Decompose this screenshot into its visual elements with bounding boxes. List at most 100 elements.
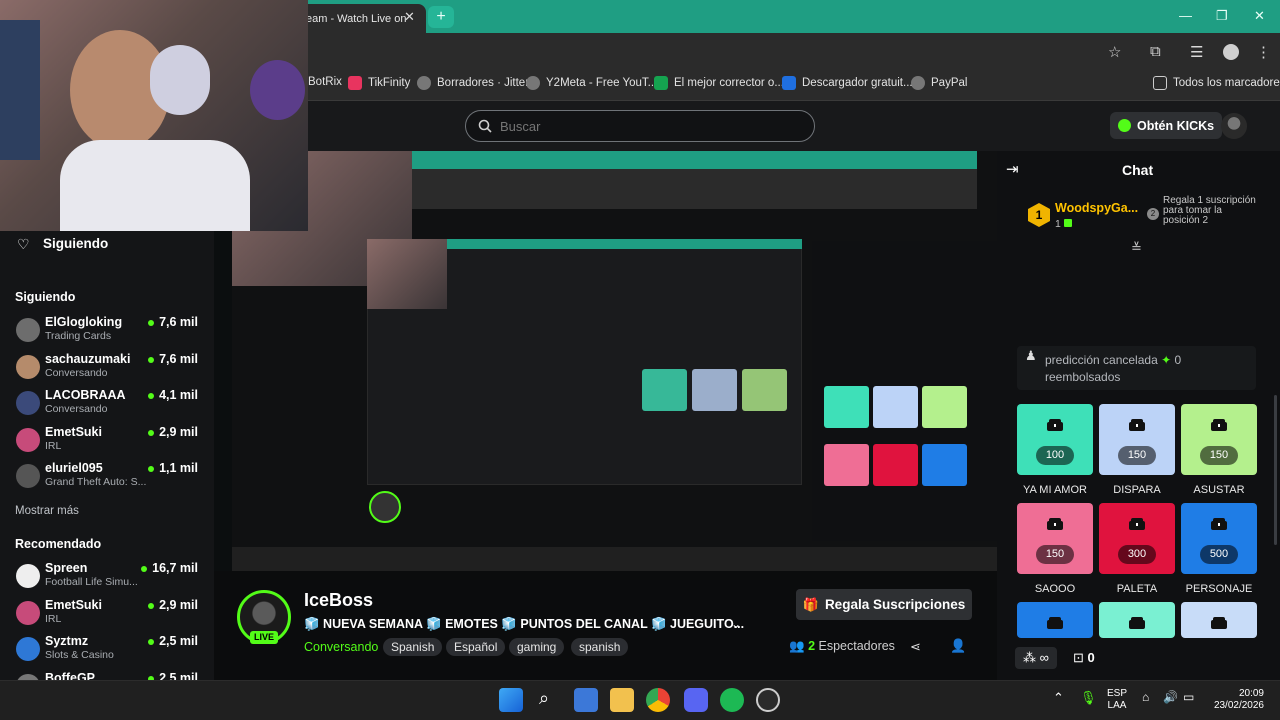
reward-tile[interactable] <box>1099 602 1175 638</box>
avatar <box>16 355 40 379</box>
tag[interactable]: spanish <box>571 638 629 656</box>
chevron-up-icon[interactable]: ⌃ <box>1053 690 1064 706</box>
extensions-icon[interactable]: ⧉ <box>1150 43 1161 60</box>
all-bookmarks[interactable]: Todos los marcadores <box>1153 76 1280 90</box>
search-icon[interactable]: ⌕ <box>539 688 549 709</box>
minimize-icon[interactable]: — <box>1179 8 1192 23</box>
app-icon[interactable] <box>756 688 780 712</box>
avatar <box>16 601 40 625</box>
share-icon[interactable]: ⋖ <box>910 639 921 655</box>
kicks-coin-icon <box>1118 119 1131 132</box>
system-clock[interactable]: 20:09 23/02/2026 <box>1212 688 1264 712</box>
live-badge: LIVE <box>250 631 278 644</box>
following-section-title: Siguiendo <box>15 290 76 304</box>
sidebar-channel[interactable]: eluriel095 Grand Theft Auto: S... 1,1 mil <box>14 460 204 496</box>
leaderboard-rank: 1 <box>1055 218 1072 230</box>
tikfinity-icon <box>348 76 362 90</box>
avatar <box>16 391 40 415</box>
reward-saooo[interactable]: 150 <box>1017 503 1093 574</box>
sidebar-channel[interactable]: Syztmz Slots & Casino 2,5 mil <box>14 633 204 669</box>
bookmark-botrix[interactable]: BotRix <box>308 76 342 88</box>
reward-asustar[interactable]: 150 <box>1181 404 1257 475</box>
reward-label: DISPARA <box>1113 484 1161 496</box>
avatar <box>16 318 40 342</box>
chest-icon <box>1047 419 1063 431</box>
tag[interactable]: Español <box>446 638 506 656</box>
battery-icon[interactable]: ▭ <box>1183 690 1194 704</box>
avatar <box>16 637 40 661</box>
get-kicks-button[interactable]: Obtén KICKs <box>1110 112 1223 139</box>
users-icon: 👥 <box>789 639 805 653</box>
reward-label: YA MI AMOR <box>1023 484 1087 496</box>
expand-leaderboard-icon[interactable]: ≚ <box>1131 240 1142 256</box>
store-icon[interactable] <box>574 688 598 712</box>
heart-icon: ♡ <box>17 236 30 252</box>
new-tab-button[interactable]: + <box>428 6 454 28</box>
channel-points-button[interactable]: ⁂ ∞ <box>1015 647 1057 669</box>
following-title[interactable]: Siguiendo <box>43 236 108 251</box>
stream-title: 🧊 NUEVA SEMANA 🧊 EMOTES 🧊 PUNTOS DEL CAN… <box>304 617 745 631</box>
volume-icon[interactable]: 🔊 <box>1163 690 1178 704</box>
media-icon[interactable]: ☰ <box>1190 43 1203 61</box>
menu-icon[interactable]: ⋮ <box>1256 43 1271 61</box>
leaderboard-name[interactable]: WoodspyGa... <box>1055 201 1138 215</box>
stream-category[interactable]: Conversando <box>304 640 378 654</box>
bookmark-paypal[interactable]: PayPal <box>911 76 967 90</box>
chevron-down-icon[interactable]: ⌄ <box>731 617 741 631</box>
bookmark-tikfinity[interactable]: TikFinity <box>348 76 410 90</box>
chests-counter[interactable]: ⊡ 0 <box>1073 650 1095 666</box>
maximize-icon[interactable]: ❐ <box>1216 8 1228 24</box>
microphone-icon[interactable]: 🎙 <box>1080 690 1097 706</box>
sidebar-channel[interactable]: BoffeGP 2,5 mil <box>14 670 204 680</box>
viewer-count: 👥 2 Espectadores <box>789 639 895 653</box>
gift-subs-button[interactable]: 🎁 Regala Suscripciones <box>796 589 972 620</box>
reward-dispara[interactable]: 150 <box>1099 404 1175 475</box>
prediction-text: predicción cancelada ✦ 0 reembolsados <box>1045 353 1182 384</box>
tag[interactable]: gaming <box>509 638 565 656</box>
globe-icon <box>526 76 540 90</box>
bookmark-star-icon[interactable]: ☆ <box>1108 43 1121 61</box>
reward-tile[interactable] <box>1017 602 1093 638</box>
close-tab-icon[interactable]: ✕ <box>404 9 415 25</box>
chest-icon <box>1129 419 1145 431</box>
show-more-link[interactable]: Mostrar más <box>15 505 79 517</box>
spotify-icon[interactable] <box>720 688 744 712</box>
sidebar-channel[interactable]: EmetSuki IRL 2,9 mil <box>14 597 204 633</box>
sidebar-channel[interactable]: ElGlogloking Trading Cards 7,6 mil <box>14 314 204 350</box>
bookmark-corrector[interactable]: El mejor corrector o... <box>654 76 784 90</box>
reward-ya-mi-amor[interactable]: 100 <box>1017 404 1093 475</box>
chat-title: Chat <box>1122 162 1154 178</box>
collapse-chat-icon[interactable]: ⇥ <box>1006 160 1019 178</box>
chest-icon <box>1211 419 1227 431</box>
sidebar-channel[interactable]: EmetSuki IRL 2,9 mil <box>14 424 204 460</box>
streamer-name[interactable]: IceBoss <box>304 590 373 611</box>
video-inner-taskbar <box>232 547 997 571</box>
follow-icon[interactable]: 👤 <box>950 638 966 654</box>
file-explorer-icon[interactable] <box>610 688 634 712</box>
sidebar-channel[interactable]: sachauzumaki Conversando 7,6 mil <box>14 351 204 387</box>
discord-icon[interactable] <box>684 688 708 712</box>
reward-paleta[interactable]: 300 <box>1099 503 1175 574</box>
start-icon[interactable] <box>499 688 523 712</box>
reward-tile[interactable] <box>1181 602 1257 638</box>
tag[interactable]: Spanish <box>383 638 443 656</box>
webcam-overlay <box>0 0 308 231</box>
user-avatar[interactable] <box>1221 113 1247 139</box>
chrome-icon[interactable] <box>646 688 670 712</box>
language-indicator[interactable]: ESP LAA <box>1107 688 1127 712</box>
stream-video[interactable] <box>232 151 997 571</box>
sidebar-channel[interactable]: LACOBRAAA Conversando 4,1 mil <box>14 387 204 423</box>
network-icon[interactable]: ⌂ <box>1142 690 1149 704</box>
chat-scrollbar[interactable] <box>1274 395 1277 545</box>
sidebar-channel[interactable]: Spreen Football Life Simu... 16,7 mil <box>14 560 204 596</box>
bookmark-jitter[interactable]: Borradores · Jitter <box>417 76 529 90</box>
profile-icon[interactable] <box>1223 44 1239 60</box>
search-input[interactable] <box>500 118 790 134</box>
search-box[interactable] <box>465 110 815 142</box>
bookmark-descargador[interactable]: Descargador gratuit... <box>782 76 913 90</box>
reward-personaje[interactable]: 500 <box>1181 503 1257 574</box>
recommended-section-title: Recomendado <box>15 537 102 551</box>
avatar <box>16 464 40 488</box>
window-close-icon[interactable]: ✕ <box>1254 8 1265 24</box>
bookmark-y2meta[interactable]: Y2Meta - Free YouT... <box>526 76 657 90</box>
